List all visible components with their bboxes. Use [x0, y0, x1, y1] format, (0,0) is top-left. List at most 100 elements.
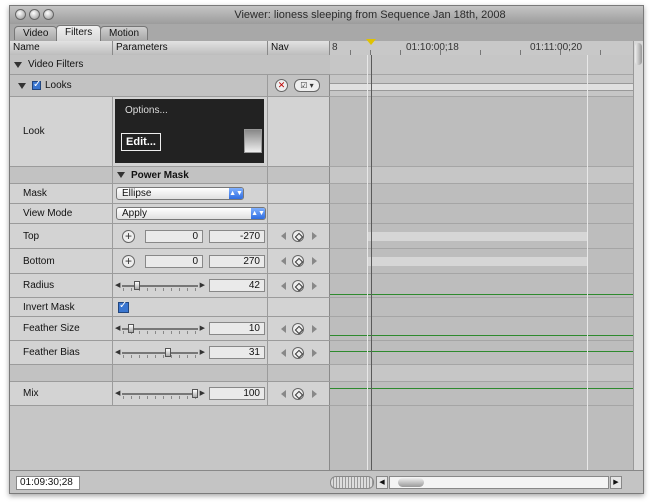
reset-filter-icon[interactable]: ✕ — [275, 79, 288, 92]
slider-right-arrow-icon[interactable]: ▶ — [200, 389, 205, 397]
playhead-line[interactable] — [371, 55, 372, 470]
keyframe-navigator[interactable] — [279, 387, 319, 400]
view-mode-popup[interactable]: Apply ▲▼ — [116, 207, 266, 220]
keyframe-navigator[interactable] — [279, 230, 319, 242]
point-control-crosshair-icon[interactable]: + — [122, 230, 135, 243]
tab-bar: Video Filters Motion — [10, 24, 643, 42]
view-mode-value: Apply — [122, 208, 148, 219]
scroll-right-icon[interactable]: ▶ — [610, 476, 622, 489]
keyframe-timeline[interactable] — [330, 55, 633, 470]
view-mode-row: View Mode Apply ▲▼ — [10, 204, 330, 224]
feather-size-value-field[interactable]: 10 — [209, 322, 265, 335]
playhead-marker[interactable] — [366, 39, 376, 45]
filter-options-menu-icon[interactable]: ☑ ▾ — [294, 79, 320, 92]
slider-left-arrow-icon[interactable]: ◀ — [115, 348, 120, 356]
vertical-scrollbar[interactable] — [633, 41, 643, 470]
radius-slider[interactable]: ◀ ▶ — [115, 280, 205, 292]
zoom-slider[interactable] — [330, 476, 374, 489]
top-x-field[interactable]: 0 — [145, 230, 203, 243]
timecode-field[interactable]: 01:09:30;28 — [16, 476, 80, 490]
slider-left-arrow-icon[interactable]: ◀ — [115, 281, 120, 289]
tab-motion[interactable]: Motion — [100, 26, 149, 40]
next-keyframe-icon[interactable] — [312, 257, 317, 265]
previous-keyframe-icon[interactable] — [281, 348, 286, 357]
bottom-x-field[interactable]: 0 — [145, 255, 203, 268]
keyframe-navigator[interactable] — [279, 346, 319, 359]
horizontal-scroll-thumb[interactable] — [398, 478, 424, 487]
feather-bias-value-field[interactable]: 31 — [209, 346, 265, 359]
feather-bias-row: Feather Bias ◀ ▶ 31 — [10, 341, 330, 365]
slider-right-arrow-icon[interactable]: ▶ — [200, 281, 205, 289]
keyframe-diamond-icon[interactable] — [292, 230, 304, 242]
slider-thumb[interactable] — [127, 324, 134, 333]
edit-button[interactable]: Edit... — [121, 133, 161, 151]
feather-size-row: Feather Size ◀ ▶ 10 — [10, 317, 330, 341]
horizontal-scrollbar[interactable] — [389, 476, 609, 489]
popup-arrows-icon: ▲▼ — [229, 188, 243, 199]
mix-slider[interactable]: ◀ ▶ — [115, 388, 205, 400]
next-keyframe-icon[interactable] — [312, 389, 317, 398]
feather-size-label: Feather Size — [10, 317, 113, 340]
previous-keyframe-icon[interactable] — [281, 257, 286, 265]
mask-shape-popup[interactable]: Ellipse ▲▼ — [116, 187, 244, 200]
bottom-label: Bottom — [10, 249, 113, 273]
status-bar: 01:09:30;28 ◀ ▶ — [10, 470, 643, 493]
scroll-left-icon[interactable]: ◀ — [376, 476, 388, 489]
popup-arrows-icon: ▲▼ — [251, 208, 265, 219]
close-window-button[interactable] — [15, 9, 26, 20]
keyframe-diamond-icon[interactable] — [292, 346, 304, 359]
column-nav-header: Nav — [268, 41, 330, 55]
look-thumbnail — [244, 129, 262, 153]
slider-thumb[interactable] — [165, 348, 172, 357]
looks-enable-checkbox[interactable] — [32, 79, 41, 90]
previous-keyframe-icon[interactable] — [281, 232, 286, 240]
disclosure-triangle-icon[interactable] — [117, 172, 125, 178]
feather-bias-slider[interactable]: ◀ ▶ — [115, 347, 205, 359]
disclosure-triangle-icon[interactable] — [18, 82, 26, 89]
zoom-window-button[interactable] — [43, 9, 54, 20]
title-bar[interactable]: Viewer: lioness sleeping from Sequence J… — [10, 6, 643, 25]
keyframe-diamond-icon[interactable] — [292, 387, 304, 400]
invert-mask-checkbox[interactable] — [118, 300, 129, 313]
mask-label: Mask — [10, 184, 113, 203]
radius-value-field[interactable]: 42 — [209, 279, 265, 292]
scroll-thumb[interactable] — [635, 43, 642, 65]
options-link[interactable]: Options... — [125, 105, 168, 116]
invert-mask-row: Invert Mask — [10, 298, 330, 317]
previous-keyframe-icon[interactable] — [281, 324, 286, 333]
next-keyframe-icon[interactable] — [312, 348, 317, 357]
look-label: Look — [10, 97, 113, 166]
slider-right-arrow-icon[interactable]: ▶ — [200, 348, 205, 356]
keyframe-navigator[interactable] — [279, 255, 319, 267]
slider-left-arrow-icon[interactable]: ◀ — [115, 389, 120, 397]
slider-left-arrow-icon[interactable]: ◀ — [115, 324, 120, 332]
next-keyframe-icon[interactable] — [312, 324, 317, 333]
radius-row: Radius ◀ ▶ 42 — [10, 274, 330, 298]
keyframe-diamond-icon[interactable] — [292, 279, 304, 292]
keyframe-diamond-icon[interactable] — [292, 322, 304, 335]
slider-thumb[interactable] — [192, 389, 198, 398]
disclosure-triangle-icon[interactable] — [14, 61, 22, 68]
keyframe-diamond-icon[interactable] — [292, 255, 304, 267]
feather-size-slider[interactable]: ◀ ▶ — [115, 323, 205, 335]
video-filters-label: Video Filters — [28, 59, 84, 70]
slider-thumb[interactable] — [133, 281, 140, 290]
top-y-field[interactable]: -270 — [209, 230, 265, 243]
looks-label: Looks — [45, 80, 72, 91]
minimize-window-button[interactable] — [29, 9, 40, 20]
slider-right-arrow-icon[interactable]: ▶ — [200, 324, 205, 332]
previous-keyframe-icon[interactable] — [281, 281, 286, 290]
tab-filters[interactable]: Filters — [56, 25, 102, 41]
in-point-line — [367, 55, 368, 470]
next-keyframe-icon[interactable] — [312, 281, 317, 290]
previous-keyframe-icon[interactable] — [281, 389, 286, 398]
ruler-label: 01:11:00;20 — [530, 42, 583, 53]
point-control-crosshair-icon[interactable]: + — [122, 255, 135, 268]
keyframe-navigator[interactable] — [279, 322, 319, 335]
feather-bias-label: Feather Bias — [10, 341, 113, 364]
keyframe-navigator[interactable] — [279, 279, 319, 292]
bottom-y-field[interactable]: 270 — [209, 255, 265, 268]
next-keyframe-icon[interactable] — [312, 232, 317, 240]
tab-video[interactable]: Video — [14, 26, 58, 40]
mix-value-field[interactable]: 100 — [209, 387, 265, 400]
